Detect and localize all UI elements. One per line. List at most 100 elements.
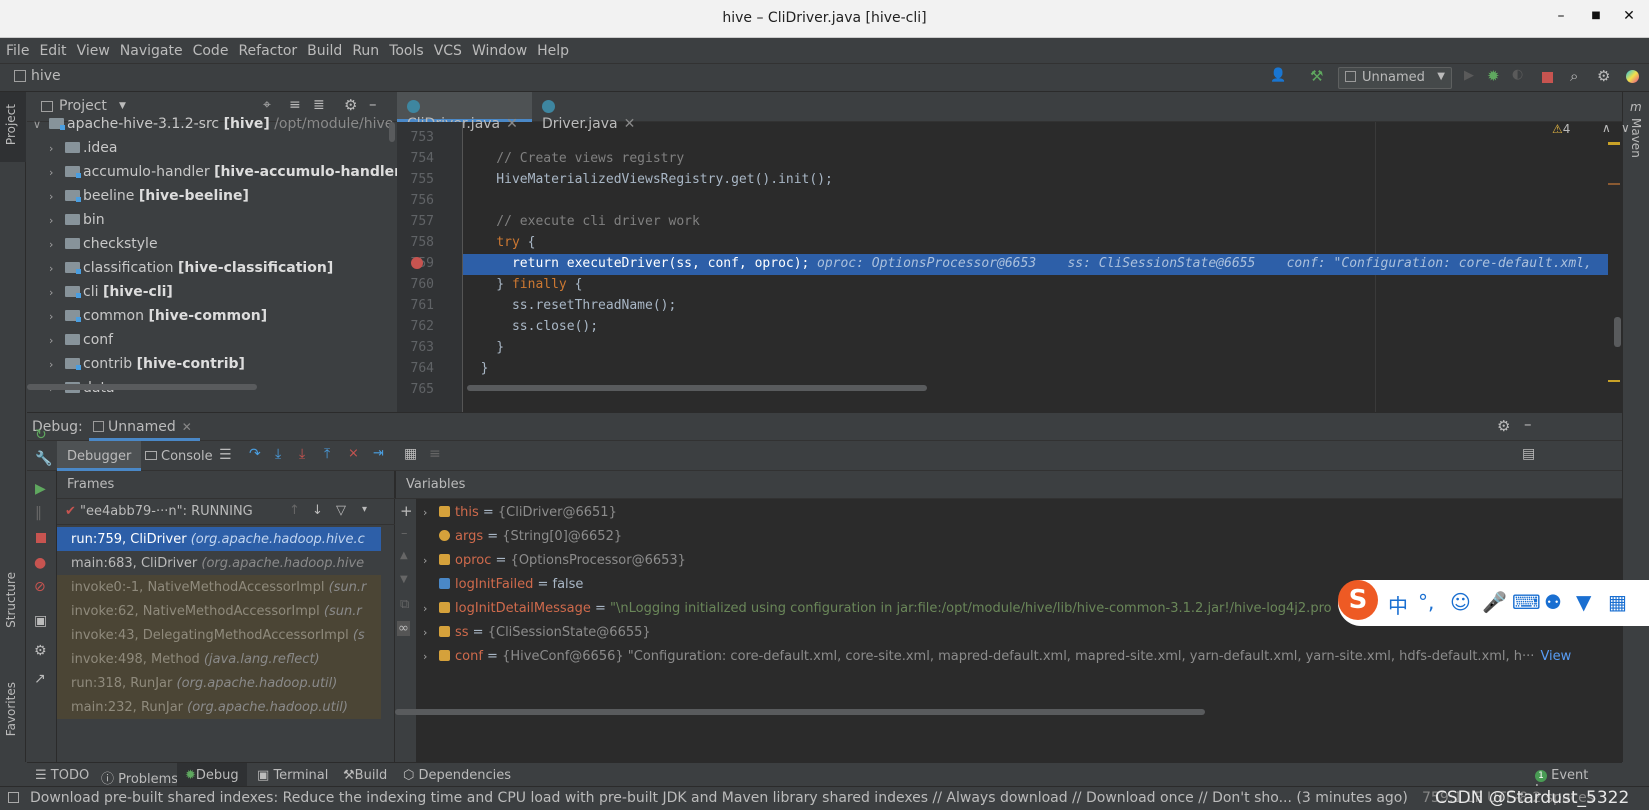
maven-tool-tab[interactable]: Maven — [1629, 118, 1643, 158]
tree-item[interactable]: › conf — [27, 332, 397, 356]
stop-icon[interactable] — [1542, 72, 1553, 83]
pin-icon[interactable]: ↗ — [34, 671, 46, 687]
code-line[interactable]: // Create views registry — [465, 151, 684, 166]
stop-icon[interactable] — [36, 533, 46, 543]
tree-item[interactable]: › checkstyle — [27, 236, 397, 260]
tab-console[interactable]: Console — [139, 441, 221, 471]
skin-shirt-icon[interactable]: ▼ — [1576, 590, 1591, 614]
frame-row[interactable]: main:683, CliDriver (org.apache.hadoop.h… — [57, 551, 381, 575]
menu-refactor[interactable]: Refactor — [232, 38, 301, 59]
evaluate-expression-icon[interactable]: ▦ — [404, 446, 417, 462]
run-icon[interactable]: ▶ — [1464, 68, 1474, 83]
down-arrow-icon[interactable]: ↓ — [312, 503, 323, 518]
expand-all-icon[interactable]: ≡ — [289, 97, 301, 113]
code-line[interactable]: } finally { — [465, 277, 582, 292]
settings-gear-icon[interactable]: ⚙ — [34, 643, 47, 659]
code-line[interactable]: } — [465, 340, 504, 355]
coverage-icon[interactable]: ◐ — [1512, 67, 1523, 82]
tree-item[interactable]: › bin — [27, 212, 397, 236]
code-line[interactable]: try { — [465, 235, 535, 250]
chevron-right-icon[interactable]: › — [423, 602, 439, 615]
frame-row[interactable]: main:232, RunJar (org.apache.hadoop.util… — [57, 695, 381, 719]
chevron-down-icon[interactable]: ▾ — [362, 504, 367, 515]
trace-icon[interactable]: ≡ — [429, 446, 441, 462]
menu-code[interactable]: Code — [187, 38, 233, 59]
code-line[interactable]: ss.close(); — [465, 319, 598, 334]
project-panel-title[interactable]: Project — [59, 98, 107, 114]
tree-item[interactable]: › common [hive-common] — [27, 308, 397, 332]
frames-layout-icon[interactable]: ☰ — [219, 447, 232, 463]
code-with-me-icon[interactable] — [1626, 70, 1639, 83]
force-step-into-icon[interactable]: ⤓ — [299, 446, 305, 462]
code-line[interactable]: return executeDriver(ss, conf, oproc); — [465, 256, 809, 271]
debug-session-tab[interactable]: Unnamed ✕ — [89, 413, 200, 441]
tab-clidriver[interactable]: CliDriver.java✕ — [397, 92, 532, 132]
keyboard-icon[interactable]: ⌨ — [1512, 590, 1541, 614]
menu-tools[interactable]: Tools — [383, 38, 428, 59]
tree-item[interactable]: › cli [hive-cli] — [27, 284, 397, 308]
editor-scrollbar[interactable] — [1614, 317, 1621, 347]
mute-breakpoints-icon[interactable]: ⊘ — [34, 579, 46, 595]
code-line[interactable]: HiveMaterializedViewsRegistry.get().init… — [465, 172, 833, 187]
view-breakpoints-icon[interactable]: ● — [34, 555, 46, 571]
chevron-up-icon[interactable]: ∧ — [1602, 121, 1611, 135]
menu-vcs[interactable]: VCS — [428, 38, 466, 59]
variable-row[interactable]: args = {String[0]@6652} — [395, 525, 1622, 549]
status-message[interactable]: Download pre-built shared indexes: Reduc… — [30, 790, 1408, 806]
chevron-down-icon[interactable]: ∨ — [1621, 121, 1630, 135]
rerun-icon[interactable]: ↻ — [35, 427, 47, 443]
close-button[interactable]: ✕ — [1618, 8, 1640, 30]
camera-icon[interactable]: ▣ — [34, 613, 47, 629]
frame-row[interactable]: run:318, RunJar (org.apache.hadoop.util) — [57, 671, 381, 695]
chevron-right-icon[interactable]: › — [423, 650, 439, 663]
tab-debugger[interactable]: Debugger — [57, 441, 142, 471]
code-line[interactable]: } — [465, 361, 489, 376]
frame-row[interactable]: run:759, CliDriver (org.apache.hadoop.hi… — [57, 527, 381, 551]
menu-view[interactable]: View — [71, 38, 114, 59]
tab-dependencies[interactable]: ⬡ Dependencies — [395, 763, 519, 787]
breadcrumb[interactable]: hive — [31, 68, 61, 84]
menu-help[interactable]: Help — [531, 38, 573, 59]
pause-icon[interactable]: ‖ — [35, 505, 42, 521]
settings-gear-icon[interactable]: ⚙ — [1597, 67, 1610, 85]
tab-problems[interactable]: ⓘ Problems — [93, 763, 186, 787]
hide-panel-icon[interactable]: – — [1524, 415, 1532, 433]
view-link[interactable]: View — [1540, 649, 1571, 664]
tree-item[interactable]: › accumulo-handler [hive-accumulo-handler… — [27, 164, 407, 188]
menu-navigate[interactable]: Navigate — [114, 38, 187, 59]
filter-icon[interactable]: ▽ — [336, 503, 346, 518]
code-line[interactable]: ss.resetThreadName(); — [465, 298, 676, 313]
restore-layout-icon[interactable]: ▤ — [1522, 446, 1535, 462]
event-log-button[interactable]: 1 Event Log — [1527, 763, 1622, 798]
tree-item[interactable]: › beeline [hive-beeline] — [27, 188, 397, 212]
tree-item-root[interactable]: ∨ apache-hive-3.1.2-src [hive] /opt/modul… — [27, 116, 397, 140]
structure-tool-tab[interactable]: Structure — [4, 572, 18, 628]
search-icon[interactable]: ⌕ — [1570, 67, 1578, 85]
tab-driver[interactable]: Driver.java ✕ — [532, 92, 657, 132]
project-tool-tab[interactable]: Project — [4, 104, 18, 145]
modify-config-icon[interactable]: 🔧 — [35, 451, 52, 467]
minimize-button[interactable]: – — [1550, 8, 1572, 30]
frame-row[interactable]: invoke:43, DelegatingMethodAccessorImpl … — [57, 623, 381, 647]
debug-bug-icon[interactable]: ✹ — [1487, 67, 1500, 85]
build-hammer-icon[interactable]: ⚒ — [1310, 67, 1323, 85]
variables-scrollbar[interactable] — [395, 709, 1205, 715]
up-arrow-icon[interactable]: ↑ — [289, 503, 300, 518]
variable-row[interactable]: › this = {CliDriver@6651} — [395, 501, 1622, 525]
inspection-widget[interactable]: ⚠4 — [1552, 122, 1596, 140]
drop-frame-icon[interactable]: ⨯ — [348, 446, 359, 461]
close-icon[interactable]: ✕ — [182, 420, 192, 434]
user-icon[interactable]: 👤 — [1270, 68, 1286, 83]
toggle-tool-windows-icon[interactable] — [8, 792, 19, 803]
locate-target-icon[interactable]: ⌖ — [263, 97, 271, 113]
run-config-select[interactable]: Unnamed ▼ — [1338, 67, 1452, 89]
microphone-icon[interactable]: 🎤 — [1482, 590, 1507, 614]
frame-row[interactable]: invoke:62, NativeMethodAccessorImpl (sun… — [57, 599, 381, 623]
menu-run[interactable]: Run — [346, 38, 383, 59]
toolbox-icon[interactable]: ⚉ — [1544, 590, 1562, 614]
emoji-icon[interactable]: ☺ — [1450, 590, 1471, 614]
close-icon[interactable]: ✕ — [624, 116, 636, 132]
grid-menu-icon[interactable]: ▦ — [1608, 590, 1627, 614]
ime-punctuation[interactable]: °, — [1418, 590, 1434, 614]
menu-edit[interactable]: Edit — [33, 38, 70, 59]
